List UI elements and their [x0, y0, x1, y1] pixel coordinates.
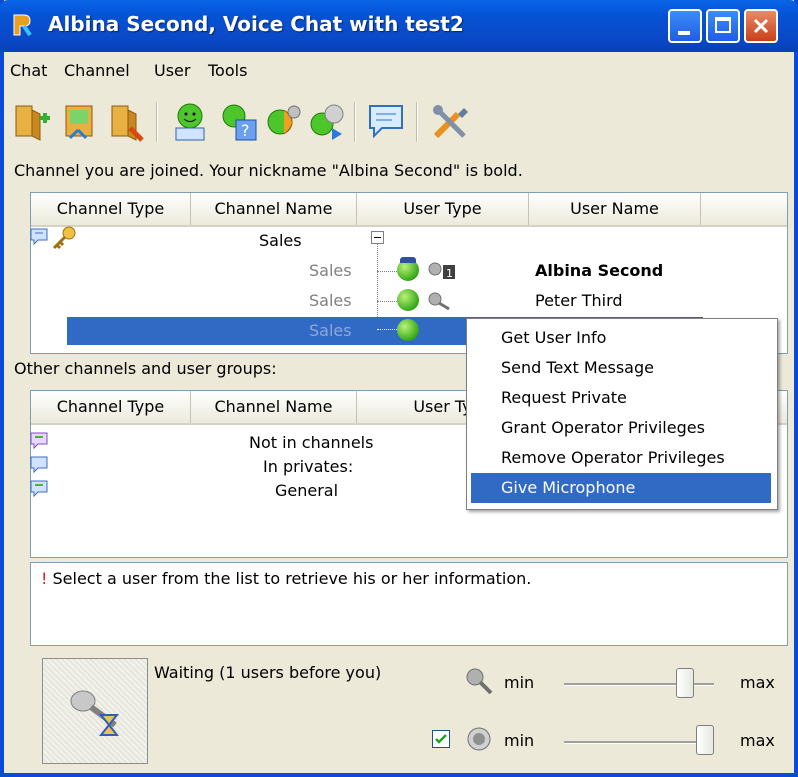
menu-item-request-private[interactable]: Request Private: [471, 383, 771, 413]
mic-volume-thumb[interactable]: [676, 668, 695, 698]
minimize-button[interactable]: [668, 9, 702, 43]
settings-tools-icon[interactable]: [428, 100, 472, 144]
channel-type-icon: [30, 228, 48, 246]
channel-group-icon: [30, 432, 48, 450]
window-title: Albina Second, Voice Chat with test2: [48, 12, 464, 36]
user-network-icon[interactable]: [304, 100, 348, 144]
list-item-label: Not in channels: [249, 433, 374, 452]
operator-user-icon: [397, 257, 419, 281]
column-user-type[interactable]: User Type: [357, 193, 529, 225]
user-icon: [397, 319, 419, 341]
column-channel-type[interactable]: Channel Type: [31, 193, 191, 225]
menu-item-get-user-info[interactable]: Get User Info: [471, 323, 771, 353]
toolbar-separator: [416, 102, 418, 142]
menu-item-grant-operator[interactable]: Grant Operator Privileges: [471, 413, 771, 443]
queue-status: Waiting (1 users before you): [154, 663, 382, 682]
mic-min-label: min: [504, 673, 535, 692]
maximize-icon: [715, 17, 731, 33]
minimize-icon: [678, 31, 690, 35]
speaker-volume-thumb[interactable]: [696, 725, 714, 755]
menu-user[interactable]: User: [154, 61, 190, 80]
toolbar-separator: [156, 102, 158, 142]
menu-item-send-text-message[interactable]: Send Text Message: [471, 353, 771, 383]
user-help-icon[interactable]: ?: [216, 100, 260, 144]
speaker-max-label: max: [740, 731, 775, 750]
info-message-box: ! Select a user from the list to retriev…: [30, 562, 788, 646]
tree-line: [377, 329, 397, 330]
menu-item-remove-operator[interactable]: Remove Operator Privileges: [471, 443, 771, 473]
column-user-name[interactable]: User Name: [529, 193, 701, 225]
app-window: Albina Second, Voice Chat with test2 Cha…: [0, 0, 798, 777]
microphone-icon: [428, 292, 450, 311]
joined-channel-hint: Channel you are joined. Your nickname "A…: [14, 161, 523, 180]
speaker-status-panel: [42, 658, 148, 764]
speaker-enable-checkbox[interactable]: [432, 730, 450, 748]
title-bar[interactable]: Albina Second, Voice Chat with test2: [0, 0, 798, 52]
user-context-menu: Get User Info Send Text Message Request …: [466, 318, 778, 510]
channel-group-icon: [30, 480, 48, 498]
minus-icon: [374, 237, 381, 238]
close-icon: [753, 18, 769, 34]
column-channel-name[interactable]: Channel Name: [191, 391, 357, 423]
row-channel-name: Sales: [309, 291, 352, 310]
row-channel-name: Sales: [309, 321, 352, 340]
speaker-volume-icon: [467, 727, 491, 751]
checkmark-icon: [435, 734, 447, 744]
menu-bar: Chat Channel User Tools: [4, 52, 794, 89]
row-channel-name: Sales: [309, 261, 352, 280]
menu-chat[interactable]: Chat: [10, 61, 47, 80]
tree-line: [377, 301, 397, 302]
row-user-name: Albina Second: [535, 261, 664, 280]
mic-max-label: max: [740, 673, 775, 692]
list-item-label: General: [275, 481, 339, 500]
row-user-name: Peter Third: [535, 291, 623, 310]
channel-name[interactable]: Sales: [259, 231, 302, 250]
info-message-text: Select a user from the list to retrieve …: [52, 569, 532, 588]
warning-mark: !: [41, 569, 48, 588]
speaker-min-label: min: [504, 731, 535, 750]
key-icon: [52, 226, 76, 250]
toolbar-separator: [354, 102, 356, 142]
column-channel-name[interactable]: Channel Name: [191, 193, 357, 225]
app-logo-icon: [13, 14, 32, 37]
list-item-label: In privates:: [263, 457, 354, 476]
leave-channel-icon[interactable]: [58, 100, 102, 144]
mic-speaker-status-icon: 1: [428, 262, 455, 280]
join-channel-icon[interactable]: [10, 100, 54, 144]
other-channels-label: Other channels and user groups:: [14, 359, 277, 378]
tree-line: [377, 271, 397, 272]
microphone-volume-icon: [466, 668, 493, 695]
user-info-icon[interactable]: [168, 100, 212, 144]
waiting-microphone-icon: [70, 690, 120, 736]
send-message-icon[interactable]: [364, 100, 408, 144]
close-button[interactable]: [744, 9, 778, 43]
sound-settings-icon[interactable]: [260, 100, 304, 144]
menu-item-give-microphone[interactable]: Give Microphone: [471, 473, 771, 503]
column-channel-type[interactable]: Channel Type: [31, 391, 191, 423]
maximize-button[interactable]: [706, 9, 740, 43]
user-icon: [397, 289, 419, 311]
svg-text:?: ?: [241, 121, 250, 140]
info-message: ! Select a user from the list to retriev…: [41, 569, 531, 588]
toolbar: ?: [4, 88, 794, 154]
svg-text:1: 1: [446, 267, 453, 280]
list-header: Channel Type Channel Name User Type User…: [31, 193, 787, 227]
exit-icon[interactable]: [104, 100, 148, 144]
menu-channel[interactable]: Channel: [64, 61, 130, 80]
speaker-volume-slider[interactable]: [564, 741, 714, 744]
private-chat-icon: [30, 456, 48, 474]
menu-tools[interactable]: Tools: [208, 61, 247, 80]
